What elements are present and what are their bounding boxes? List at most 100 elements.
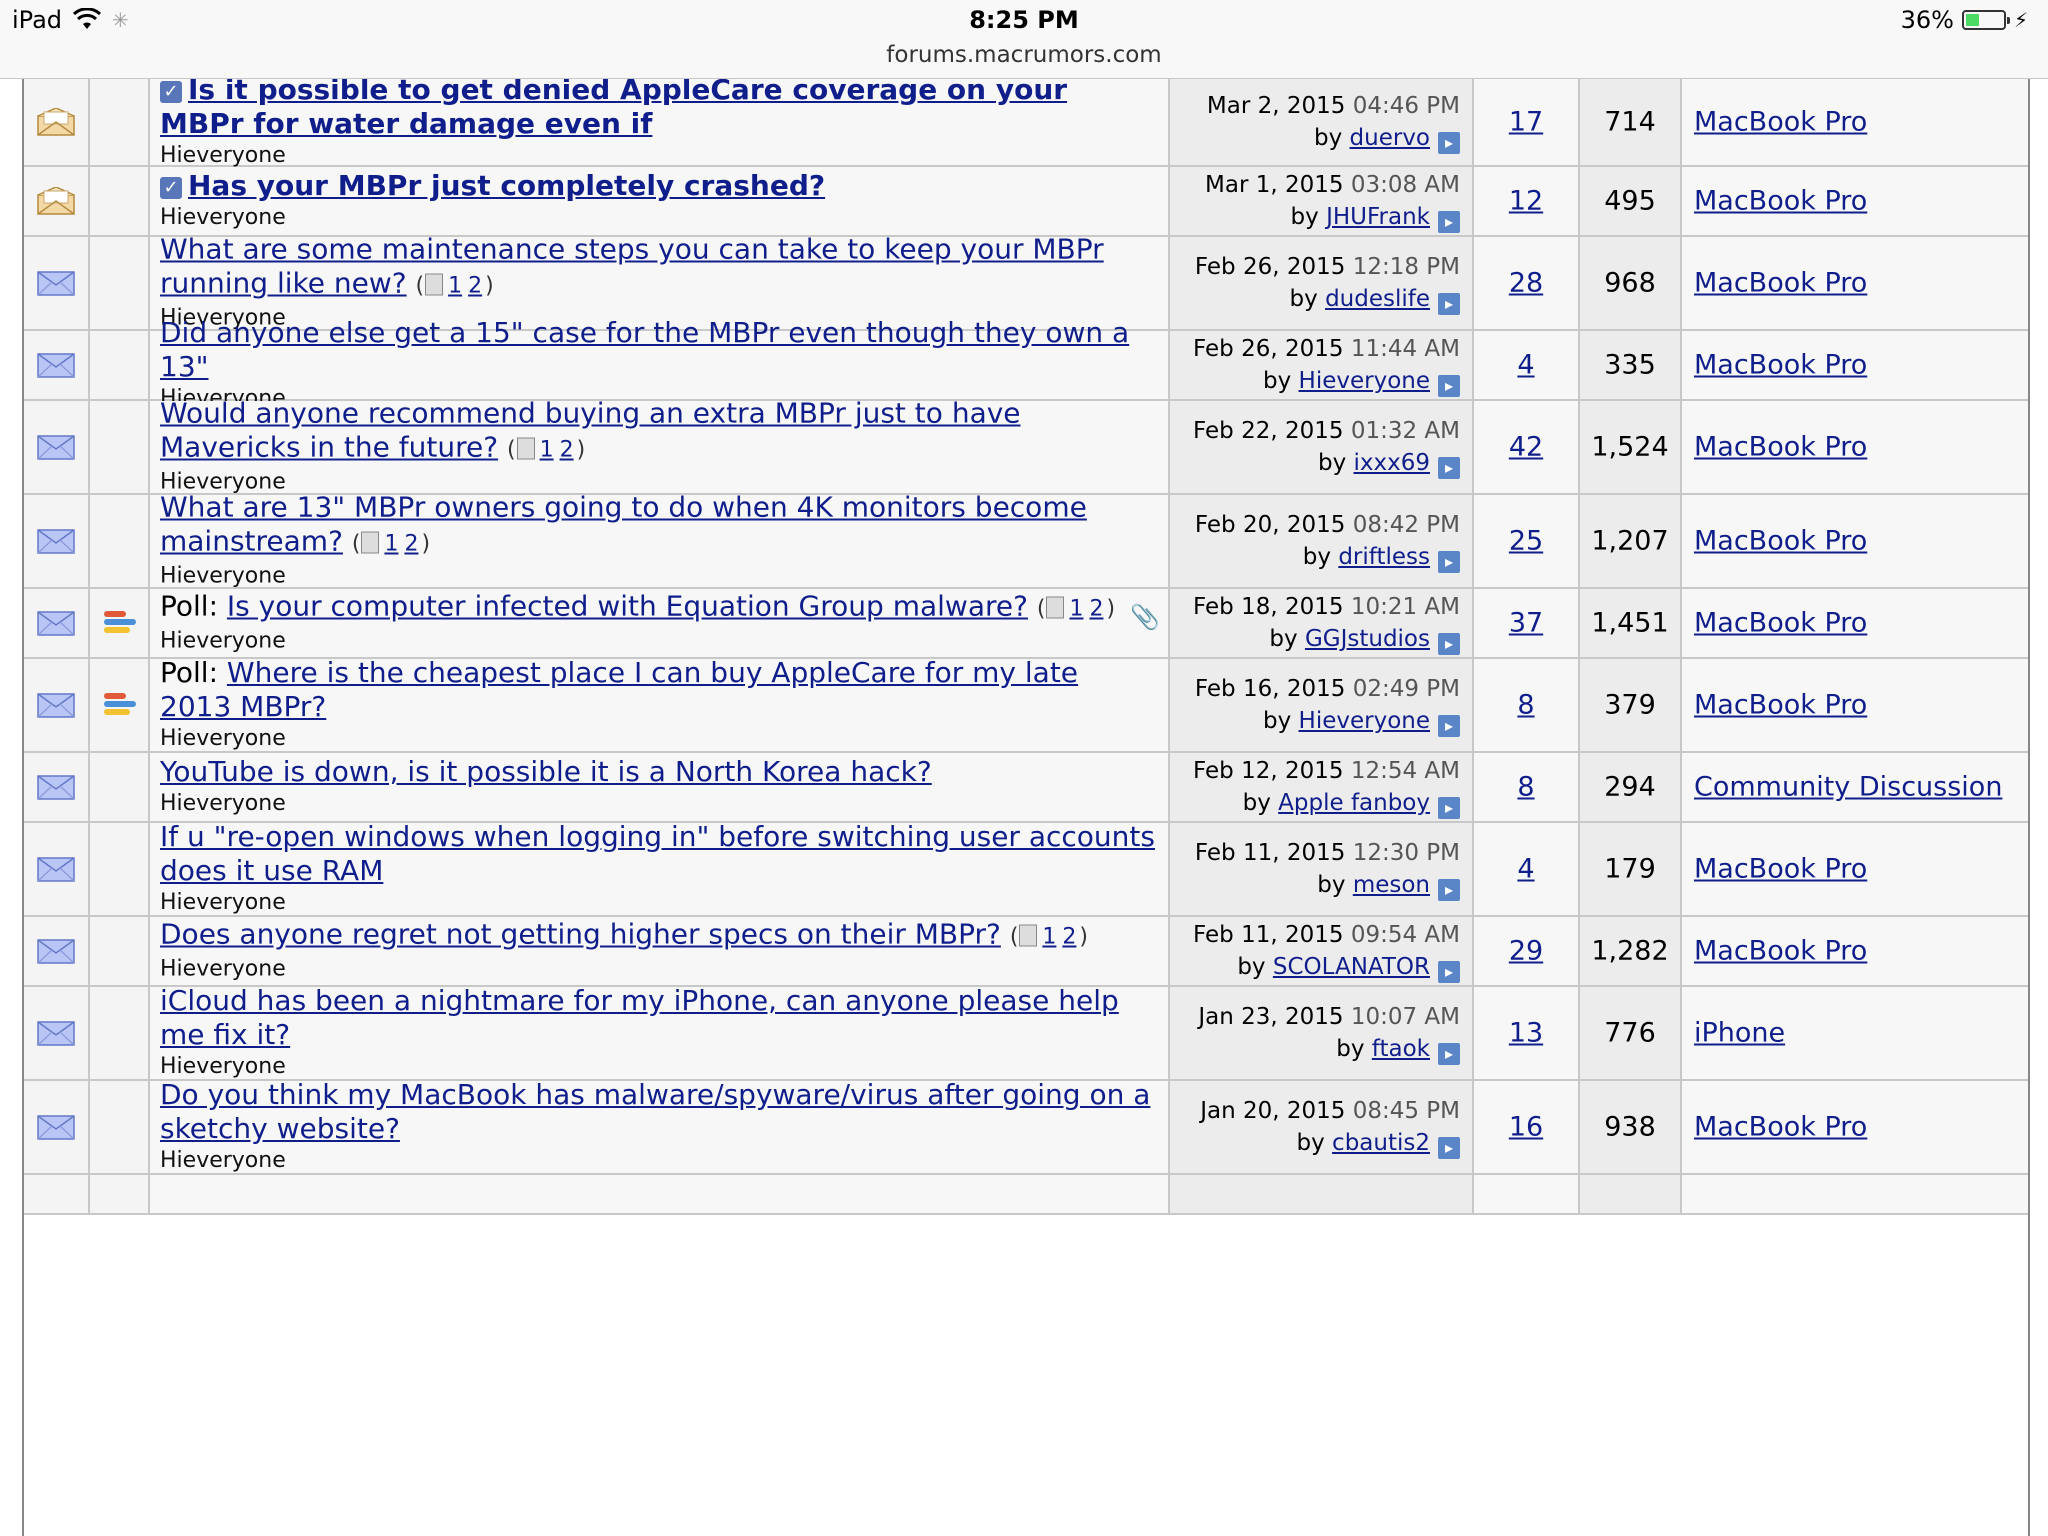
- forum-link[interactable]: MacBook Pro: [1694, 1112, 1867, 1143]
- go-to-last-post-icon[interactable]: ▸: [1438, 797, 1460, 819]
- go-to-last-post-icon[interactable]: ▸: [1438, 1137, 1460, 1159]
- by-label: by: [1317, 872, 1346, 898]
- forum-link[interactable]: MacBook Pro: [1694, 936, 1867, 967]
- thread-title-link[interactable]: iCloud has been a nightmare for my iPhon…: [160, 984, 1119, 1051]
- page-link[interactable]: 1: [384, 532, 398, 557]
- forum-link[interactable]: Community Discussion: [1694, 772, 2002, 803]
- last-post-info: Mar 1, 2015 03:08 AM by JHUFrank ▸: [1205, 169, 1460, 233]
- thread-title-link[interactable]: Is it possible to get denied AppleCare c…: [160, 79, 1067, 140]
- last-poster-link[interactable]: Apple fanboy: [1278, 790, 1430, 816]
- replies-count-link[interactable]: 4: [1517, 350, 1534, 381]
- thread-title-link[interactable]: What are some maintenance steps you can …: [160, 233, 1104, 300]
- page-link[interactable]: 2: [1062, 925, 1076, 950]
- forum-link[interactable]: MacBook Pro: [1694, 608, 1867, 639]
- page-links: (1 2): [1036, 596, 1116, 622]
- multipage-icon: [1046, 596, 1065, 619]
- replies-count-link[interactable]: 17: [1509, 107, 1543, 138]
- last-poster-link[interactable]: duervo: [1350, 125, 1430, 151]
- last-poster-link[interactable]: Hieveryone: [1299, 708, 1430, 734]
- thread-author: Hieveryone: [160, 956, 286, 982]
- go-to-last-post-icon[interactable]: ▸: [1438, 457, 1460, 479]
- page-link[interactable]: 2: [404, 532, 418, 557]
- replies-count-link[interactable]: 13: [1509, 1018, 1543, 1049]
- envelope-icon: [36, 351, 76, 379]
- thread-title-link[interactable]: What are 13" MBPr owners going to do whe…: [160, 491, 1087, 558]
- go-to-last-post-icon[interactable]: ▸: [1438, 961, 1460, 983]
- replies-count-link[interactable]: 37: [1509, 608, 1543, 639]
- replies-count-link[interactable]: 8: [1517, 690, 1534, 721]
- last-poster-link[interactable]: JHUFrank: [1326, 204, 1430, 230]
- last-poster-link[interactable]: cbautis2: [1332, 1130, 1430, 1156]
- replies-count-link[interactable]: 8: [1517, 772, 1534, 803]
- envelope-icon: [36, 691, 76, 719]
- last-poster-link[interactable]: meson: [1353, 872, 1430, 898]
- last-post-info: Jan 23, 2015 10:07 AM by ftaok ▸: [1198, 1001, 1460, 1065]
- go-to-last-post-icon[interactable]: ▸: [1438, 633, 1460, 655]
- thread-row: Poll: Is your computer infected with Equ…: [24, 589, 2028, 659]
- last-poster-link[interactable]: SCOLANATOR: [1273, 954, 1430, 980]
- thread-title-link[interactable]: Where is the cheapest place I can buy Ap…: [160, 656, 1078, 723]
- last-post-info: Feb 22, 2015 01:32 AM by ixxx69 ▸: [1193, 415, 1460, 479]
- replies-count-link[interactable]: 4: [1517, 854, 1534, 885]
- thread-row: If u "re-open windows when logging in" b…: [24, 820, 2028, 917]
- views-count: 379: [1604, 689, 1656, 721]
- go-to-last-post-icon[interactable]: ▸: [1438, 551, 1460, 573]
- page-link[interactable]: 2: [468, 274, 482, 299]
- multipage-icon: [516, 437, 535, 460]
- forum-link[interactable]: MacBook Pro: [1694, 107, 1867, 138]
- replies-count-link[interactable]: 16: [1509, 1112, 1543, 1143]
- last-post-date: Jan 20, 2015: [1200, 1098, 1346, 1124]
- go-to-last-post-icon[interactable]: ▸: [1438, 375, 1460, 397]
- thread-title-link[interactable]: If u "re-open windows when logging in" b…: [160, 820, 1155, 887]
- page-link[interactable]: 1: [540, 438, 554, 463]
- views-count: 179: [1604, 853, 1656, 885]
- thread-title-link[interactable]: Would anyone recommend buying an extra M…: [160, 397, 1021, 464]
- last-post-time: 01:32 AM: [1350, 418, 1460, 444]
- go-to-last-post-icon[interactable]: ▸: [1438, 211, 1460, 233]
- last-poster-link[interactable]: driftless: [1338, 544, 1430, 570]
- page-link[interactable]: 1: [1069, 597, 1083, 622]
- last-poster-link[interactable]: Hieveryone: [1299, 368, 1430, 394]
- go-to-last-post-icon[interactable]: ▸: [1438, 1043, 1460, 1065]
- last-poster-link[interactable]: dudeslife: [1325, 286, 1430, 312]
- forum-link[interactable]: MacBook Pro: [1694, 268, 1867, 299]
- replies-count-link[interactable]: 42: [1509, 432, 1543, 463]
- page-link[interactable]: 2: [1089, 597, 1103, 622]
- page-link[interactable]: 1: [1042, 925, 1056, 950]
- page-link[interactable]: 2: [560, 438, 574, 463]
- last-poster-link[interactable]: ftaok: [1372, 1036, 1430, 1062]
- go-to-last-post-icon[interactable]: ▸: [1438, 132, 1460, 154]
- replies-count-link[interactable]: 29: [1509, 936, 1543, 967]
- forum-link[interactable]: MacBook Pro: [1694, 186, 1867, 217]
- last-post-time: 12:30 PM: [1352, 840, 1460, 866]
- replies-count-link[interactable]: 25: [1509, 526, 1543, 557]
- forum-link[interactable]: MacBook Pro: [1694, 350, 1867, 381]
- thread-title-link[interactable]: Has your MBPr just completely crashed?: [188, 169, 825, 202]
- page-links: (1 2): [351, 531, 431, 557]
- replies-count-link[interactable]: 28: [1509, 268, 1543, 299]
- last-poster-link[interactable]: GGJstudios: [1305, 626, 1430, 652]
- thread-title-link[interactable]: Is your computer infected with Equation …: [227, 590, 1028, 623]
- envelope-open-icon: [36, 186, 76, 215]
- forum-link[interactable]: MacBook Pro: [1694, 854, 1867, 885]
- thread-title-link[interactable]: Do you think my MacBook has malware/spyw…: [160, 1078, 1150, 1145]
- go-to-last-post-icon[interactable]: ▸: [1438, 293, 1460, 315]
- by-label: by: [1290, 204, 1319, 230]
- go-to-last-post-icon[interactable]: ▸: [1438, 879, 1460, 901]
- thread-title-link[interactable]: Did anyone else get a 15" case for the M…: [160, 316, 1129, 383]
- forum-link[interactable]: iPhone: [1694, 1018, 1785, 1049]
- thread-author: Hieveryone: [160, 1148, 286, 1173]
- thread-title-link[interactable]: Does anyone regret not getting higher sp…: [160, 918, 1001, 951]
- views-count: 1,207: [1591, 525, 1669, 557]
- forum-link[interactable]: MacBook Pro: [1694, 690, 1867, 721]
- last-poster-link[interactable]: ixxx69: [1354, 450, 1431, 476]
- battery-icon: [1961, 10, 2010, 30]
- address-bar-url[interactable]: forums.macrumors.com: [0, 42, 2048, 68]
- go-to-last-post-icon[interactable]: ▸: [1438, 715, 1460, 737]
- last-post-time: 10:21 AM: [1350, 594, 1460, 620]
- thread-title-link[interactable]: YouTube is down, is it possible it is a …: [160, 755, 932, 788]
- forum-link[interactable]: MacBook Pro: [1694, 432, 1867, 463]
- forum-link[interactable]: MacBook Pro: [1694, 526, 1867, 557]
- replies-count-link[interactable]: 12: [1509, 186, 1543, 217]
- page-link[interactable]: 1: [448, 274, 462, 299]
